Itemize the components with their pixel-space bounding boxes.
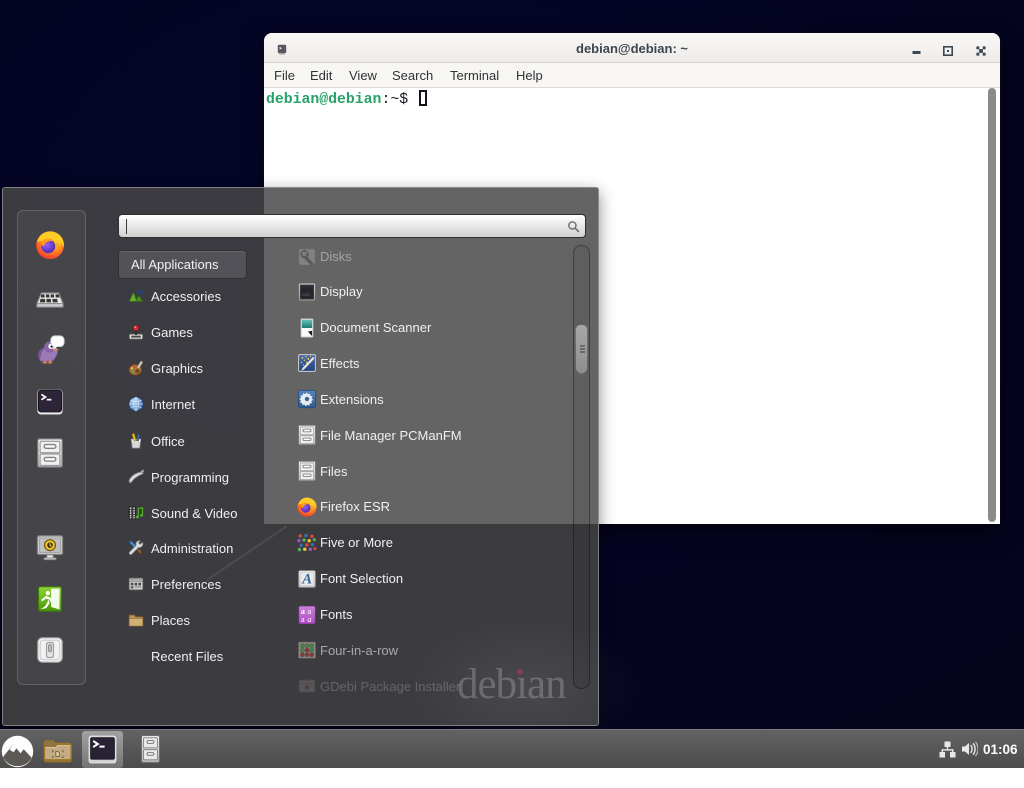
svg-text:a: a [301, 614, 305, 623]
svg-text:a: a [307, 614, 311, 623]
svg-text:A: A [301, 571, 312, 587]
